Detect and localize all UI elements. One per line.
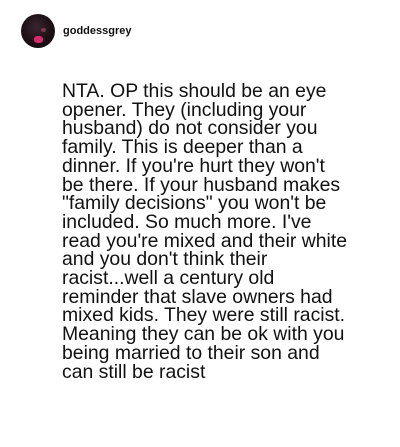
- post-body: NTA. OP this should be an eye opener. Th…: [62, 80, 392, 383]
- user-avatar-icon[interactable]: [21, 14, 55, 48]
- avatar-accent: [34, 36, 43, 43]
- post-body-line: can still be racist: [62, 360, 206, 383]
- post-body-line: dinner. If you're hurt they won't: [62, 154, 325, 177]
- post-body-line: family. This is deeper than a: [62, 136, 303, 159]
- post-body-line: being married to their son and: [62, 341, 320, 364]
- post-body-line: NTA. OP this should be an eye: [62, 80, 327, 102]
- post-header: goddessgrey: [21, 14, 381, 50]
- post-body-line: included. So much more. I've: [62, 210, 312, 233]
- avatar-accent-secondary: [41, 28, 46, 32]
- post-body-line: racist...well a century old: [62, 267, 275, 290]
- username-link[interactable]: goddessgrey: [63, 25, 131, 37]
